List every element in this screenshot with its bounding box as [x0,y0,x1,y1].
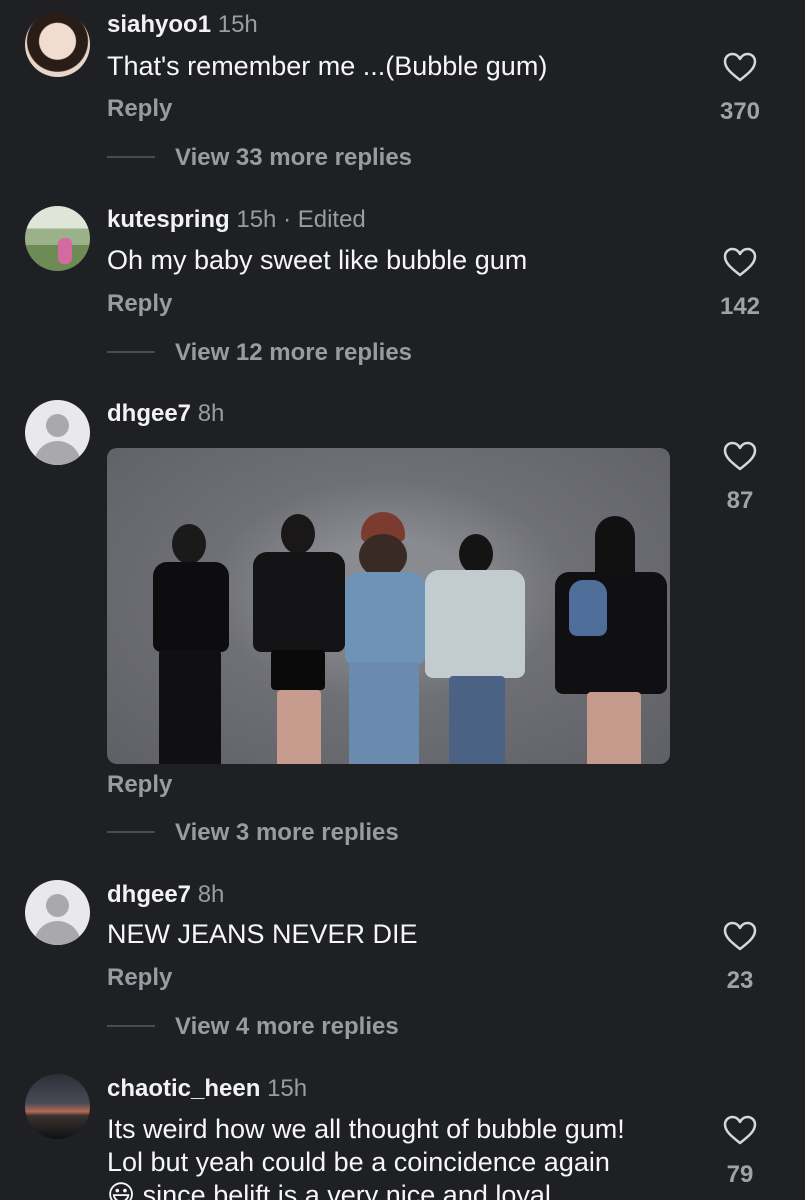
like-count: 370 [719,98,761,125]
timestamp: 15h [217,11,258,38]
gif-person [145,524,235,764]
username[interactable]: dhgee7 [107,881,191,908]
avatar-head [46,894,69,917]
username[interactable]: chaotic_heen [107,1075,260,1102]
timestamp: 8h [197,400,225,427]
heart-icon [723,921,757,951]
heart-icon [723,52,757,82]
avatar-figure [58,238,72,264]
username[interactable]: dhgee7 [107,400,191,427]
like-count: 23 [726,967,754,994]
comment-text: That's remember me ...(Bubble gum) [107,51,548,81]
gif-image[interactable] [107,448,670,764]
username[interactable]: siahyoo1 [107,11,211,38]
comment-meta: chaotic_heen 15h [107,1075,307,1103]
gif-person [247,514,347,764]
like-count: 87 [726,487,754,514]
avatar-body [34,921,81,945]
avatar[interactable] [25,400,90,465]
comment-text-line-1: Its weird how we all thought of bubble g… [107,1114,625,1144]
avatar-body [34,441,81,465]
view-replies-button[interactable]: View 4 more replies [175,1013,399,1041]
comment-text-line-3: 😃 since belift is a very nice and loyal [107,1179,551,1200]
like-count: 79 [726,1161,754,1188]
avatar-head [46,414,69,437]
avatar[interactable] [25,206,90,271]
comment-meta: dhgee7 8h [107,881,224,909]
replies-divider [107,351,155,353]
gif-person [425,534,525,764]
heart-icon [723,441,757,471]
reply-button[interactable]: Reply [107,771,172,799]
view-replies-button[interactable]: View 3 more replies [175,819,399,847]
heart-icon [723,1115,757,1145]
gif-person [337,512,429,764]
comment-text-line-2: Lol but yeah could be a coincidence agai… [107,1147,610,1177]
timestamp: 15h [267,1075,308,1102]
comment-meta: siahyoo1 15h [107,11,258,39]
avatar[interactable] [25,12,90,77]
replies-divider [107,156,155,158]
emoji: 😃 [107,1180,136,1200]
comment-text: NEW JEANS NEVER DIE [107,919,418,949]
replies-divider [107,1025,155,1027]
like-count: 142 [719,293,761,320]
gif-person [555,516,667,764]
reply-button[interactable]: Reply [107,290,172,318]
comment-text: Oh my baby sweet like bubble gum [107,245,528,275]
view-replies-button[interactable]: View 12 more replies [175,339,412,367]
timestamp: 15h · Edited [236,206,366,233]
comments-screen: siahyoo1 15h That's remember me ...(Bubb… [0,0,805,1200]
comment-text-line-3-text: since belift is a very nice and loyal [142,1180,551,1200]
comment-meta: dhgee7 8h [107,400,224,428]
avatar[interactable] [25,880,90,945]
timestamp: 8h [197,881,225,908]
heart-icon [723,247,757,277]
reply-button[interactable]: Reply [107,964,172,992]
replies-divider [107,831,155,833]
comment-meta: kutespring 15h · Edited [107,206,366,234]
reply-button[interactable]: Reply [107,95,172,123]
username[interactable]: kutespring [107,206,230,233]
avatar[interactable] [25,1074,90,1139]
view-replies-button[interactable]: View 33 more replies [175,144,412,172]
